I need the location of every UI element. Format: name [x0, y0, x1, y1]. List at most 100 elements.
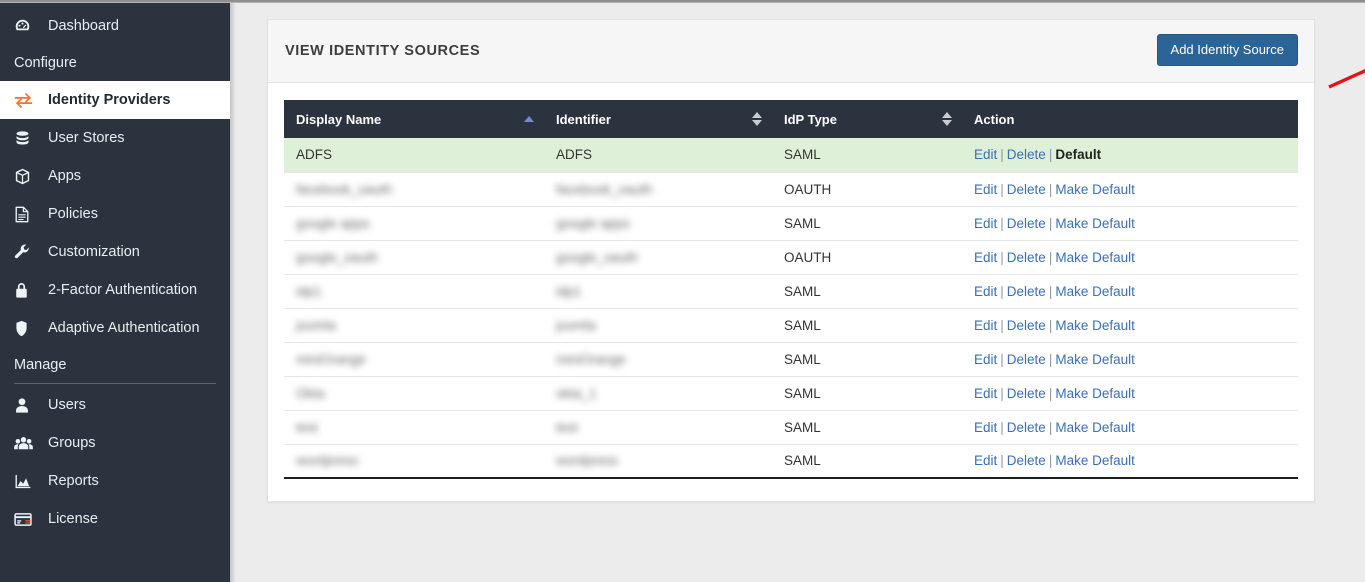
- app-root: Dashboard Configure Identity Providers User…: [0, 0, 1365, 582]
- delete-link[interactable]: Delete: [1007, 284, 1046, 299]
- sidebar-item-dashboard[interactable]: Dashboard: [0, 7, 230, 45]
- edit-link[interactable]: Edit: [974, 420, 997, 435]
- cell-action: Edit|Delete|Make Default: [962, 444, 1298, 478]
- cell-idp-type: SAML: [772, 342, 962, 376]
- sidebar-item-2-factor-authentication[interactable]: 2-Factor Authentication: [0, 271, 230, 309]
- make-default-link[interactable]: Make Default: [1055, 453, 1135, 468]
- table-body: ADFSADFSSAMLEdit|Delete|Defaultfacebook_…: [284, 138, 1298, 478]
- sidebar-item-identity-providers[interactable]: Identity Providers: [0, 81, 230, 119]
- cell-idp-type-text: OAUTH: [784, 182, 831, 197]
- action-separator: |: [1046, 318, 1056, 333]
- action-separator: |: [997, 318, 1007, 333]
- cell-action: Edit|Delete|Make Default: [962, 376, 1298, 410]
- delete-link[interactable]: Delete: [1007, 453, 1046, 468]
- delete-link[interactable]: Delete: [1007, 250, 1046, 265]
- sidebar-item-groups[interactable]: Groups: [0, 424, 230, 462]
- sidebar-item-policies[interactable]: Policies: [0, 195, 230, 233]
- edit-link[interactable]: Edit: [974, 284, 997, 299]
- make-default-link[interactable]: Make Default: [1055, 284, 1135, 299]
- delete-link[interactable]: Delete: [1007, 420, 1046, 435]
- sidebar-item-label: Adaptive Authentication: [44, 320, 200, 336]
- triangle-up-glyph: [752, 112, 762, 118]
- cell-display-name-text: idp1: [296, 284, 322, 299]
- cell-action: Edit|Delete|Make Default: [962, 172, 1298, 206]
- delete-link[interactable]: Delete: [1007, 147, 1046, 162]
- edit-link[interactable]: Edit: [974, 216, 997, 231]
- delete-link[interactable]: Delete: [1007, 318, 1046, 333]
- cell-display-name-text: test: [296, 420, 318, 435]
- cell-identifier-text: joomla: [556, 318, 596, 333]
- cell-idp-type-text: OAUTH: [784, 250, 831, 265]
- cell-identifier-text: idp1: [556, 284, 582, 299]
- make-default-link[interactable]: Make Default: [1055, 352, 1135, 367]
- delete-link[interactable]: Delete: [1007, 216, 1046, 231]
- action-separator: |: [997, 147, 1007, 162]
- table-header-row: Display Name Identifier: [284, 100, 1298, 138]
- action-separator: |: [997, 182, 1007, 197]
- action-separator: |: [1046, 352, 1056, 367]
- action-separator: |: [1046, 284, 1056, 299]
- table-row: Oktaokta_1SAMLEdit|Delete|Make Default: [284, 376, 1298, 410]
- cell-action: Edit|Delete|Default: [962, 138, 1298, 172]
- edit-link[interactable]: Edit: [974, 182, 997, 197]
- delete-link[interactable]: Delete: [1007, 386, 1046, 401]
- cube-icon: [14, 168, 44, 185]
- edit-link[interactable]: Edit: [974, 352, 997, 367]
- cell-idp-type-text: SAML: [784, 284, 821, 299]
- action-separator: |: [1046, 147, 1056, 162]
- sidebar-item-users[interactable]: Users: [0, 386, 230, 424]
- cell-display-name-text: joomla: [296, 318, 336, 333]
- column-header-display-name[interactable]: Display Name: [284, 100, 544, 138]
- wrench-icon: [14, 244, 44, 261]
- edit-link[interactable]: Edit: [974, 453, 997, 468]
- sidebar-item-label: User Stores: [44, 130, 125, 146]
- action-separator: |: [1046, 453, 1056, 468]
- edit-link[interactable]: Edit: [974, 318, 997, 333]
- sort-ascending-icon-display-name[interactable]: [524, 116, 534, 122]
- sort-icon-idp-type[interactable]: [942, 112, 952, 126]
- add-identity-source-button[interactable]: Add Identity Source: [1157, 34, 1298, 66]
- sidebar-item-apps[interactable]: Apps: [0, 157, 230, 195]
- column-header-identifier-label: Identifier: [556, 112, 611, 127]
- make-default-link[interactable]: Make Default: [1055, 216, 1135, 231]
- sort-icon-identifier[interactable]: [752, 112, 762, 126]
- action-separator: |: [997, 284, 1007, 299]
- dashboard-icon: [14, 18, 44, 35]
- make-default-link[interactable]: Make Default: [1055, 318, 1135, 333]
- chart-area-icon: [14, 473, 44, 490]
- cell-display-name: wordpress: [284, 444, 544, 478]
- sidebar-divider: [14, 383, 216, 384]
- table-row: google appsgoogle appsSAMLEdit|Delete|Ma…: [284, 206, 1298, 240]
- make-default-link[interactable]: Make Default: [1055, 182, 1135, 197]
- sidebar-item-user-stores[interactable]: User Stores: [0, 119, 230, 157]
- delete-link[interactable]: Delete: [1007, 352, 1046, 367]
- sidebar-section-label: Configure: [14, 55, 77, 71]
- cell-identifier: okta_1: [544, 376, 772, 410]
- action-separator: |: [997, 420, 1007, 435]
- window-top-strip-inner: [0, 0, 1365, 2]
- cell-identifier-text: wordpress: [556, 453, 618, 468]
- cell-idp-type: SAML: [772, 206, 962, 240]
- cell-idp-type-text: SAML: [784, 352, 821, 367]
- cell-idp-type-text: SAML: [784, 318, 821, 333]
- edit-link[interactable]: Edit: [974, 147, 997, 162]
- sidebar-item-reports[interactable]: Reports: [0, 462, 230, 500]
- sidebar-item-adaptive-authentication[interactable]: Adaptive Authentication: [0, 309, 230, 347]
- cell-identifier-text: ADFS: [556, 147, 592, 162]
- delete-link[interactable]: Delete: [1007, 182, 1046, 197]
- cell-identifier: idp1: [544, 274, 772, 308]
- make-default-link[interactable]: Make Default: [1055, 250, 1135, 265]
- column-header-identifier[interactable]: Identifier: [544, 100, 772, 138]
- cell-idp-type: SAML: [772, 444, 962, 478]
- edit-link[interactable]: Edit: [974, 250, 997, 265]
- make-default-link[interactable]: Make Default: [1055, 420, 1135, 435]
- sidebar-item-license[interactable]: License: [0, 500, 230, 538]
- edit-link[interactable]: Edit: [974, 386, 997, 401]
- make-default-link[interactable]: Make Default: [1055, 386, 1135, 401]
- cell-idp-type: SAML: [772, 376, 962, 410]
- cell-idp-type-text: SAML: [784, 420, 821, 435]
- column-header-idp-type[interactable]: IdP Type: [772, 100, 962, 138]
- sidebar-section-label: Manage: [14, 357, 66, 373]
- sidebar-item-customization[interactable]: Customization: [0, 233, 230, 271]
- cell-identifier: google_oauth: [544, 240, 772, 274]
